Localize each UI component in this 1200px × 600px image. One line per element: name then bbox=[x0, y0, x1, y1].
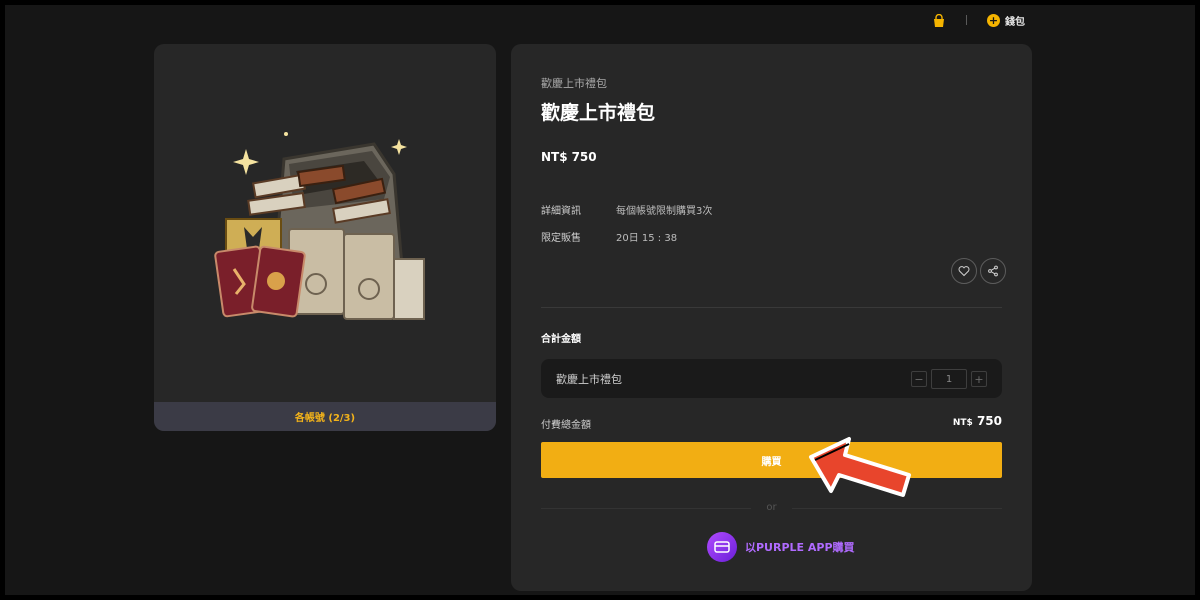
price-currency: NT$ bbox=[541, 150, 568, 164]
pay-total-label: 付費總金額 bbox=[541, 420, 591, 431]
product-image-card: 各帳號 (2/3) bbox=[154, 44, 496, 431]
divider bbox=[541, 307, 1002, 308]
plus-coin-icon: + bbox=[987, 13, 1000, 27]
price-value: 750 bbox=[571, 150, 597, 164]
pay-currency: NT$ bbox=[952, 418, 973, 428]
top-bar: + 錢包 bbox=[932, 11, 1025, 29]
wallet-label: 錢包 bbox=[1005, 16, 1025, 28]
order-item-row: 歡慶上市禮包 − 1 + bbox=[541, 359, 1002, 398]
purple-app-buy-button[interactable]: 以PURPLE APP購買 bbox=[707, 532, 855, 562]
heart-icon bbox=[958, 266, 970, 277]
detail-row: 詳細資訊 每個帳號限制購買3次 bbox=[541, 202, 712, 217]
page-background: + 錢包 各帳號 (2/3) 歡慶上市禮包 歡慶上市禮包 NT$ 750 詳細資… bbox=[5, 5, 1195, 595]
favorite-button[interactable] bbox=[951, 258, 977, 284]
detail-row: 限定販售 20日 15 : 38 bbox=[541, 229, 677, 244]
quantity-field[interactable]: 1 bbox=[931, 369, 967, 389]
buy-button[interactable]: 購買 bbox=[541, 442, 1002, 478]
pay-total-amount: NT$ 750 bbox=[953, 414, 1002, 428]
detail-value: 20日 15 : 38 bbox=[616, 233, 678, 244]
detail-key: 詳細資訊 bbox=[541, 206, 581, 217]
purple-app-label: 以PURPLE APP購買 bbox=[745, 541, 855, 554]
total-label: 合計金額 bbox=[541, 334, 581, 345]
quantity-stepper: − 1 + bbox=[911, 369, 987, 389]
detail-key: 限定販售 bbox=[541, 233, 581, 244]
pay-value: 750 bbox=[976, 414, 1002, 428]
detail-value: 每個帳號限制購買3次 bbox=[616, 206, 713, 217]
wallet-button[interactable]: + 錢包 bbox=[987, 13, 1025, 28]
product-info-card: 歡慶上市禮包 歡慶上市禮包 NT$ 750 詳細資訊 每個帳號限制購買3次 限定販… bbox=[511, 44, 1032, 591]
treasure-chest-image bbox=[214, 132, 425, 320]
divider bbox=[792, 508, 1002, 509]
share-icon bbox=[988, 265, 998, 277]
product-price: NT$ 750 bbox=[541, 150, 597, 164]
or-separator: or bbox=[541, 502, 1002, 514]
share-button[interactable] bbox=[980, 258, 1006, 284]
breadcrumb: 歡慶上市禮包 bbox=[541, 77, 607, 90]
decrease-button[interactable]: − bbox=[911, 371, 927, 387]
shopping-bag-icon[interactable] bbox=[932, 13, 946, 27]
order-item-name: 歡慶上市禮包 bbox=[556, 373, 622, 386]
divider bbox=[966, 15, 967, 25]
increase-button[interactable]: + bbox=[971, 371, 987, 387]
page-title: 歡慶上市禮包 bbox=[541, 102, 656, 124]
card-icon bbox=[707, 532, 737, 562]
arrow-annotation-icon bbox=[809, 437, 911, 497]
purchase-limit-footer: 各帳號 (2/3) bbox=[154, 402, 496, 431]
